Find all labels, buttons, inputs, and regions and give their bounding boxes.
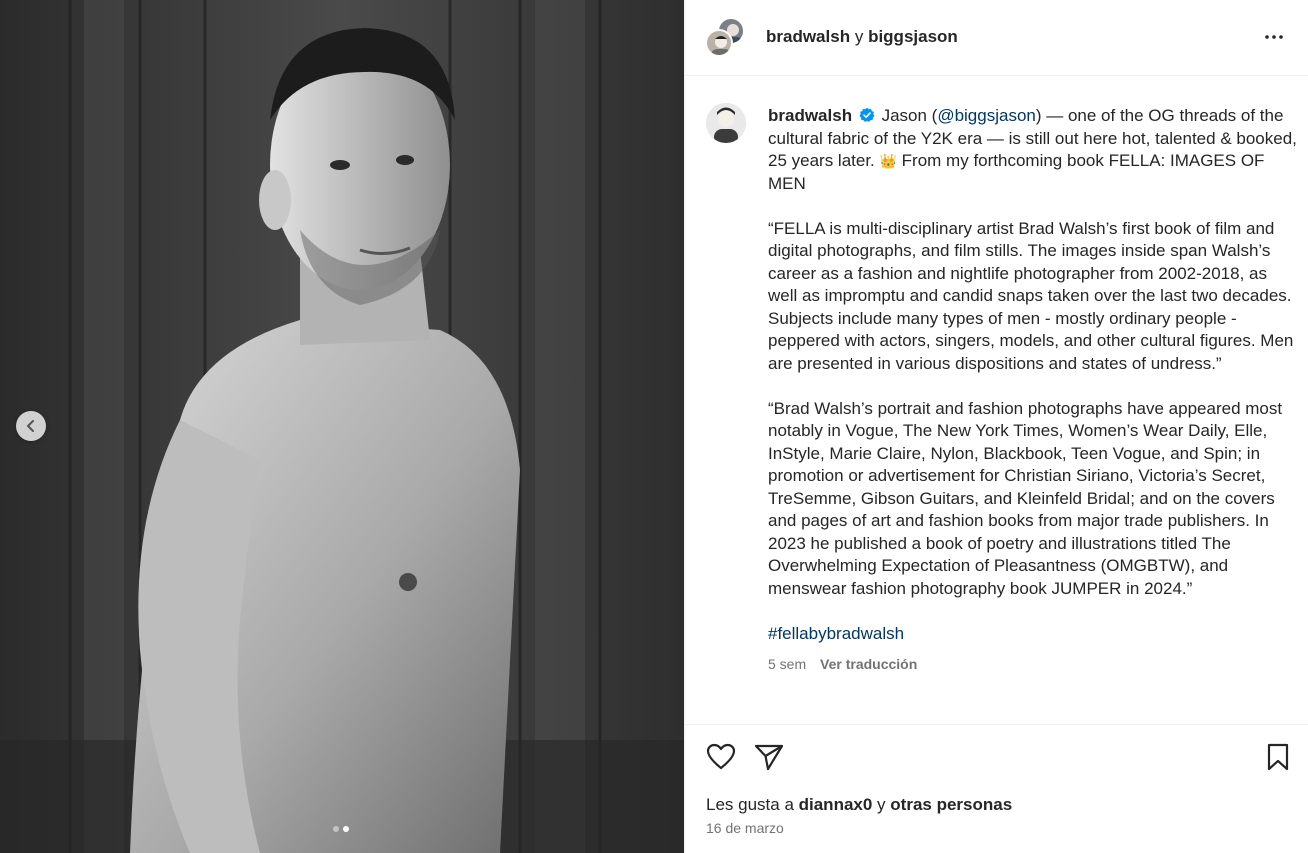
post-header: bradwalsh y biggsjason [685, 0, 1308, 76]
author-link[interactable]: bradwalsh [766, 27, 850, 46]
heart-icon [706, 743, 736, 770]
post-details-panel: bradwalsh y biggsjason bradwalsh Jason (… [684, 0, 1308, 853]
previous-image-button[interactable] [16, 411, 46, 441]
post-media[interactable] [0, 0, 684, 853]
caption-section: bradwalsh Jason (@biggsjason) — one of t… [685, 76, 1308, 724]
likes-middle: y [872, 795, 891, 814]
caption-paragraph: “Brad Walsh’s portrait and fashion photo… [768, 398, 1283, 598]
post-date: 16 de marzo [706, 820, 784, 836]
more-horizontal-icon [1265, 35, 1283, 39]
carousel-dot-active [343, 826, 349, 832]
post-authors: bradwalsh y biggsjason [766, 27, 958, 47]
save-button[interactable] [1262, 741, 1294, 773]
likes-summary[interactable]: Les gusta a diannax0 y otras personas [706, 795, 1012, 815]
verified-badge-icon [859, 107, 875, 122]
avatar [705, 29, 733, 57]
caption-paragraph: “FELLA is multi-disciplinary artist Brad… [768, 218, 1294, 373]
caption-text: Jason ( [881, 106, 938, 125]
author-link[interactable]: biggsjason [868, 27, 958, 46]
author-separator: y [854, 27, 864, 46]
post-photo [0, 0, 684, 853]
post-actions: Les gusta a diannax0 y otras personas 16… [685, 724, 1308, 853]
caption-username[interactable]: bradwalsh [768, 106, 852, 125]
post-caption: bradwalsh Jason (@biggsjason) — one of t… [768, 105, 1300, 676]
more-options-button[interactable] [1262, 25, 1286, 49]
chevron-left-icon [27, 420, 34, 432]
like-button[interactable] [705, 741, 737, 773]
likes-prefix: Les gusta a [706, 795, 799, 814]
caption-meta: 5 sem Ver traducción [768, 653, 1300, 676]
carousel-dot [333, 826, 339, 832]
liker-username[interactable]: diannax0 [799, 795, 873, 814]
likes-others-link[interactable]: otras personas [890, 795, 1012, 814]
post-age: 5 sem [768, 656, 807, 672]
avatar[interactable] [706, 103, 746, 143]
hashtag-link[interactable]: #fellabybradwalsh [768, 624, 904, 643]
share-button[interactable] [753, 741, 785, 773]
carousel-indicator [333, 826, 349, 832]
collab-avatars[interactable] [705, 17, 747, 59]
paper-plane-icon [754, 744, 784, 771]
crown-emoji-icon: 👑 [879, 153, 897, 169]
see-translation-button[interactable]: Ver traducción [820, 656, 917, 672]
bookmark-icon [1267, 743, 1289, 771]
mention-link[interactable]: @biggsjason [937, 106, 1036, 125]
